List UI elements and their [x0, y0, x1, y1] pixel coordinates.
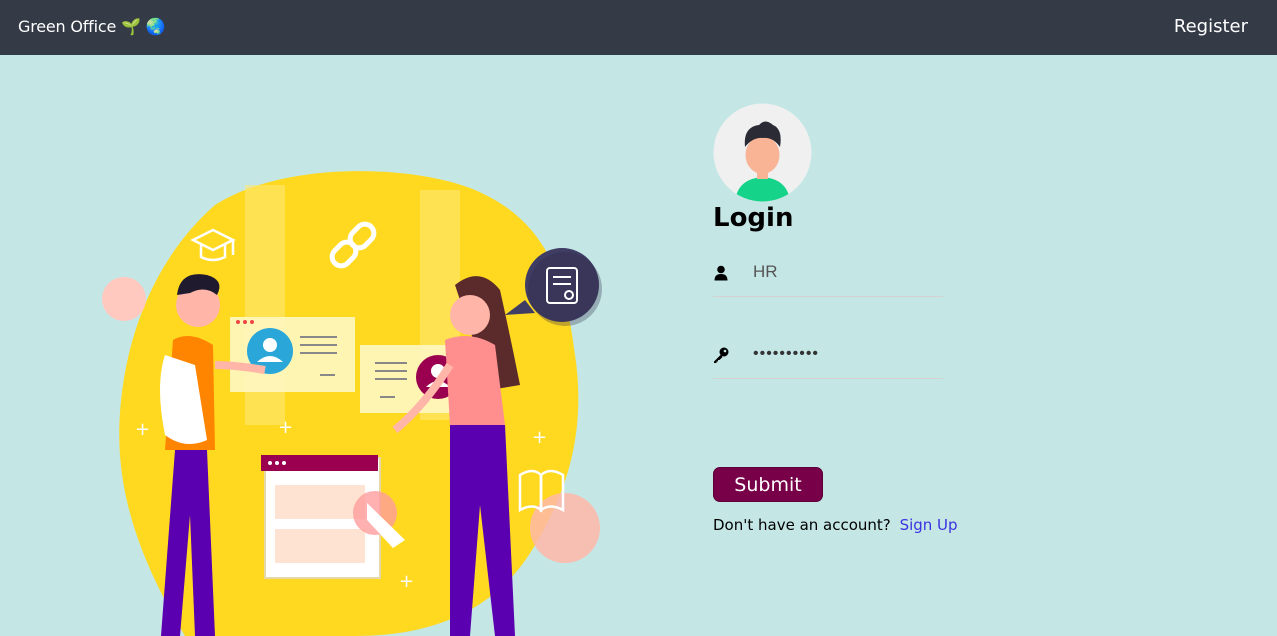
profile-card-left [230, 317, 355, 392]
login-title: Login [713, 203, 794, 233]
teamwork-illustration: + + + + [102, 171, 602, 636]
peach-circle-left [102, 277, 146, 321]
signup-row: Don't have an account? Sign Up [713, 516, 958, 534]
password-field [713, 335, 943, 379]
signup-prompt: Don't have an account? [713, 516, 891, 534]
signup-link[interactable]: Sign Up [900, 516, 958, 534]
user-icon [714, 265, 728, 281]
key-icon [714, 347, 729, 363]
register-link[interactable]: Register [1174, 16, 1248, 37]
brand-title[interactable]: Green Office 🌱 🌏 [18, 17, 166, 36]
svg-text:+: + [399, 571, 414, 592]
username-input[interactable] [753, 258, 938, 286]
username-field [713, 253, 943, 297]
top-navbar: Green Office 🌱 🌏 Register [0, 0, 1277, 55]
svg-text:+: + [532, 427, 547, 448]
svg-text:+: + [278, 417, 293, 438]
password-input[interactable] [753, 340, 938, 368]
submit-button[interactable]: Submit [713, 467, 823, 502]
user-avatar-icon [713, 103, 812, 202]
svg-text:+: + [135, 419, 150, 440]
